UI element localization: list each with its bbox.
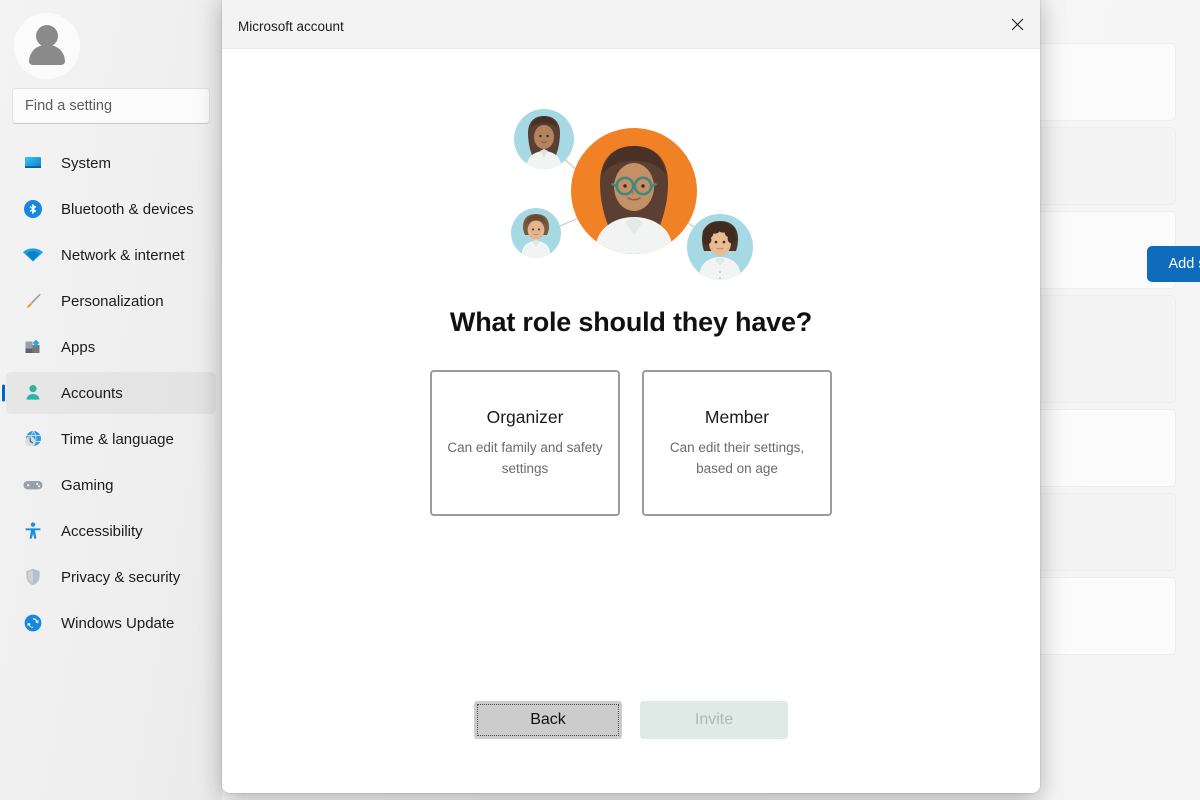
- sidebar-item-windows-update[interactable]: Windows Update: [6, 602, 216, 644]
- sidebar-item-bluetooth-devices[interactable]: Bluetooth & devices: [6, 188, 216, 230]
- dialog-footer: Back Invite: [222, 701, 1040, 739]
- dialog-heading: What role should they have?: [449, 307, 813, 337]
- invite-button-label: Invite: [694, 711, 734, 728]
- sidebar-item-label: Accounts: [61, 384, 123, 402]
- shield-icon: [22, 566, 44, 588]
- sidebar-item-time-language[interactable]: Time & language: [6, 418, 216, 460]
- sidebar-item-gaming[interactable]: Gaming: [6, 464, 216, 506]
- dialog-body: What role should they have? Organizer Ca…: [222, 49, 1040, 793]
- role-description: Can edit family and safety settings: [447, 439, 603, 476]
- role-option-organizer[interactable]: Organizer Can edit family and safety set…: [430, 370, 620, 516]
- monitor-icon: [22, 152, 44, 174]
- role-description: Can edit their settings, based on age: [669, 439, 805, 476]
- add-someone-button[interactable]: Add someone: [1146, 246, 1200, 282]
- person-avatar-icon[interactable]: [14, 13, 80, 79]
- settings-nav-list: System Bluetooth & devices Network & int…: [0, 142, 222, 644]
- settings-sidebar: Find a setting System Bluetooth & device…: [0, 0, 222, 800]
- dialog-titlebar: Microsoft account: [222, 0, 1040, 49]
- close-icon[interactable]: [994, 0, 1040, 48]
- invite-button: Invite: [640, 701, 788, 739]
- microsoft-account-dialog: Microsoft account What role should they …: [222, 0, 1040, 793]
- family-network-illustration: [496, 91, 766, 291]
- sidebar-item-label: Accessibility: [61, 522, 143, 540]
- dialog-title: Microsoft account: [238, 18, 344, 34]
- sidebar-item-network-internet[interactable]: Network & internet: [6, 234, 216, 276]
- search-wrap: Find a setting: [0, 78, 222, 124]
- sidebar-item-accessibility[interactable]: Accessibility: [6, 510, 216, 552]
- paintbrush-icon: [22, 290, 44, 312]
- sidebar-item-label: System: [61, 154, 112, 172]
- sidebar-item-accounts[interactable]: Accounts: [2, 372, 216, 414]
- sidebar-item-personalization[interactable]: Personalization: [6, 280, 216, 322]
- clock-globe-icon: [22, 428, 44, 450]
- role-options: Organizer Can edit family and safety set…: [430, 370, 832, 516]
- back-button[interactable]: Back: [474, 701, 622, 739]
- sidebar-item-label: Personalization: [61, 292, 164, 310]
- selection-indicator: [2, 384, 5, 402]
- accessibility-icon: [22, 520, 44, 542]
- gamepad-icon: [22, 474, 44, 496]
- avatar-body-shape: [29, 45, 65, 65]
- sidebar-item-label: Bluetooth & devices: [61, 200, 194, 218]
- update-icon: [22, 612, 44, 634]
- back-button-label: Back: [530, 711, 566, 728]
- sidebar-item-apps[interactable]: Apps: [6, 326, 216, 368]
- sidebar-item-label: Time & language: [61, 430, 174, 448]
- person-icon: [22, 382, 44, 404]
- account-block[interactable]: [0, 6, 222, 79]
- role-title: Organizer: [486, 406, 564, 427]
- bluetooth-icon: [22, 198, 44, 220]
- sidebar-item-label: Privacy & security: [61, 568, 181, 586]
- avatar-head-shape: [36, 25, 58, 47]
- wifi-icon: [22, 244, 44, 266]
- sidebar-item-privacy-security[interactable]: Privacy & security: [6, 556, 216, 598]
- sidebar-item-label: Apps: [61, 338, 96, 356]
- apps-icon: [22, 336, 44, 358]
- role-title: Member: [704, 406, 770, 427]
- search-input-text: Find a setting: [25, 98, 113, 114]
- sidebar-item-system[interactable]: System: [6, 142, 216, 184]
- role-option-member[interactable]: Member Can edit their settings, based on…: [642, 370, 832, 516]
- search-input[interactable]: Find a setting: [12, 88, 210, 124]
- sidebar-item-label: Gaming: [61, 476, 114, 494]
- sidebar-item-label: Windows Update: [61, 614, 175, 632]
- sidebar-item-label: Network & internet: [61, 246, 185, 264]
